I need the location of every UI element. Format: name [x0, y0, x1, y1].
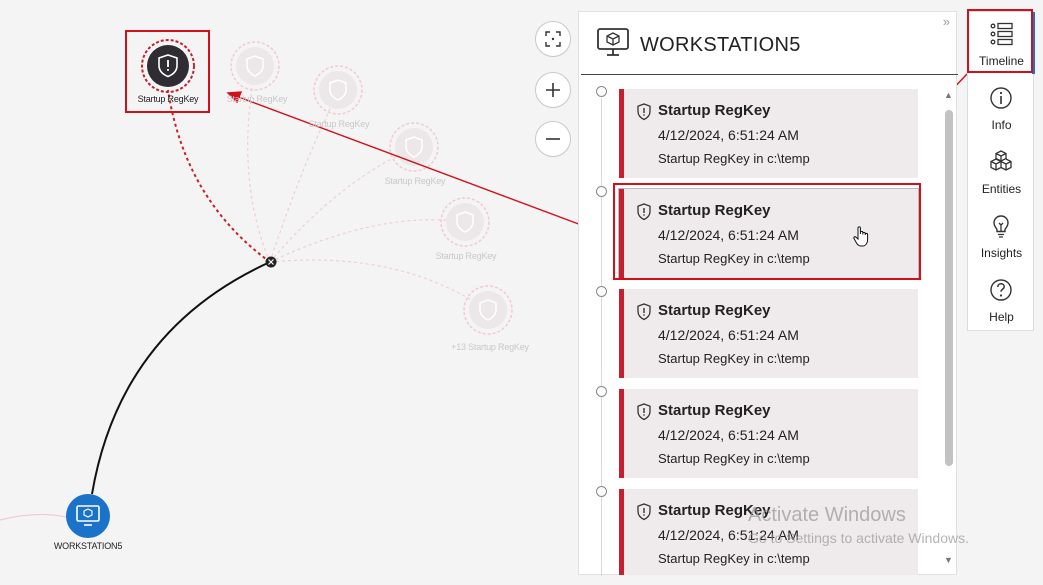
selected-node-label: Startup RegKey — [137, 94, 199, 104]
event-time: 4/12/2024, 6:51:24 AM — [658, 227, 799, 243]
faded-edges — [247, 69, 488, 311]
sidebar-label: Info — [991, 118, 1012, 132]
timeline-dot — [596, 286, 607, 297]
faded-node-label: Startup RegKey — [226, 94, 288, 104]
shield-alert-icon — [637, 403, 651, 421]
background-edge — [0, 513, 71, 521]
event-title: Startup RegKey — [658, 102, 771, 119]
timeline-event-card[interactable]: Startup RegKey 4/12/2024, 6:51:24 AM Sta… — [619, 89, 918, 178]
faded-node-label: Startup RegKey — [308, 119, 370, 129]
right-sidebar: Timeline Info Entities Insights Help — [967, 11, 1035, 332]
faded-node-label: +13 Startup RegKey — [451, 342, 529, 352]
faded-node[interactable] — [389, 122, 439, 172]
scrollbar-thumb[interactable] — [945, 110, 953, 466]
timeline-event-card[interactable]: Startup RegKey 4/12/2024, 6:51:24 AM Sta… — [619, 289, 918, 378]
sidebar-item-info[interactable]: Info — [968, 76, 1035, 140]
lightbulb-icon — [993, 215, 1009, 238]
timeline-dot — [596, 386, 607, 397]
sidebar-label: Insights — [980, 246, 1023, 260]
faded-node[interactable] — [230, 41, 280, 91]
timeline-event-card-selected[interactable]: Startup RegKey 4/12/2024, 6:51:24 AM Sta… — [619, 189, 918, 278]
event-time: 4/12/2024, 6:51:24 AM — [658, 527, 799, 543]
shield-alert-icon — [637, 103, 651, 121]
panel-header: WORKSTATION5 » — [579, 12, 958, 76]
event-title: Startup RegKey — [658, 502, 771, 519]
shield-alert-icon — [637, 303, 651, 321]
shield-alert-icon — [637, 203, 651, 221]
details-panel: WORKSTATION5 » Startup RegKey 4/12/2024,… — [578, 11, 958, 576]
sidebar-item-help[interactable]: Help — [968, 268, 1035, 332]
sidebar-item-entities[interactable]: Entities — [968, 140, 1035, 204]
faded-node-group[interactable] — [463, 285, 513, 335]
edge-junction[interactable] — [265, 256, 277, 268]
timeline-event-card[interactable]: Startup RegKey 4/12/2024, 6:51:24 AM Sta… — [619, 489, 918, 575]
timeline-line — [601, 98, 602, 576]
event-time: 4/12/2024, 6:51:24 AM — [658, 327, 799, 343]
hand-cursor-icon — [853, 226, 869, 247]
selected-node[interactable] — [141, 39, 195, 93]
event-title: Startup RegKey — [658, 402, 771, 419]
zoom-out-button[interactable] — [535, 121, 571, 157]
event-description: Startup RegKey in c:\temp — [658, 551, 810, 566]
cubes-icon — [990, 150, 1012, 171]
faded-node-label: Startup RegKey — [435, 251, 497, 261]
panel-title: WORKSTATION5 — [640, 34, 801, 56]
minus-icon — [546, 138, 560, 140]
timeline-event-card[interactable]: Startup RegKey 4/12/2024, 6:51:24 AM Sta… — [619, 389, 918, 478]
faded-node[interactable] — [440, 197, 490, 247]
sidebar-item-timeline[interactable]: Timeline — [968, 12, 1035, 76]
help-icon — [990, 279, 1012, 301]
event-time: 4/12/2024, 6:51:24 AM — [658, 427, 799, 443]
sidebar-label: Entities — [981, 182, 1022, 196]
header-divider — [581, 74, 958, 75]
fit-to-screen-icon — [545, 31, 561, 47]
timeline-dot — [596, 186, 607, 197]
timeline-icon — [990, 22, 1013, 46]
faded-node-label: Startup RegKey — [384, 176, 446, 186]
sidebar-label: Timeline — [979, 54, 1024, 68]
info-icon — [990, 87, 1012, 109]
selected-edge — [167, 89, 271, 263]
event-description: Startup RegKey in c:\temp — [658, 451, 810, 466]
collapse-panel-button[interactable]: » — [943, 14, 950, 29]
scroll-down-arrow[interactable]: ▼ — [944, 555, 953, 565]
computer-icon — [597, 28, 629, 56]
shield-alert-icon — [637, 503, 651, 521]
fit-to-screen-button[interactable] — [535, 21, 571, 57]
event-time: 4/12/2024, 6:51:24 AM — [658, 127, 799, 143]
event-title: Startup RegKey — [658, 202, 771, 219]
sidebar-item-insights[interactable]: Insights — [968, 204, 1035, 268]
main-edge — [91, 261, 271, 495]
timeline-dot — [596, 86, 607, 97]
event-title: Startup RegKey — [658, 302, 771, 319]
faded-node[interactable] — [313, 65, 363, 115]
zoom-in-button[interactable] — [535, 72, 571, 108]
scroll-up-arrow[interactable]: ▲ — [944, 90, 953, 100]
sidebar-label: Help — [989, 310, 1014, 324]
event-description: Startup RegKey in c:\temp — [658, 351, 810, 366]
event-description: Startup RegKey in c:\temp — [658, 151, 810, 166]
root-node-label: WORKSTATION5 — [53, 541, 123, 551]
root-node[interactable] — [66, 494, 110, 538]
event-description: Startup RegKey in c:\temp — [658, 251, 810, 266]
plus-icon — [546, 83, 560, 97]
timeline-dot — [596, 486, 607, 497]
